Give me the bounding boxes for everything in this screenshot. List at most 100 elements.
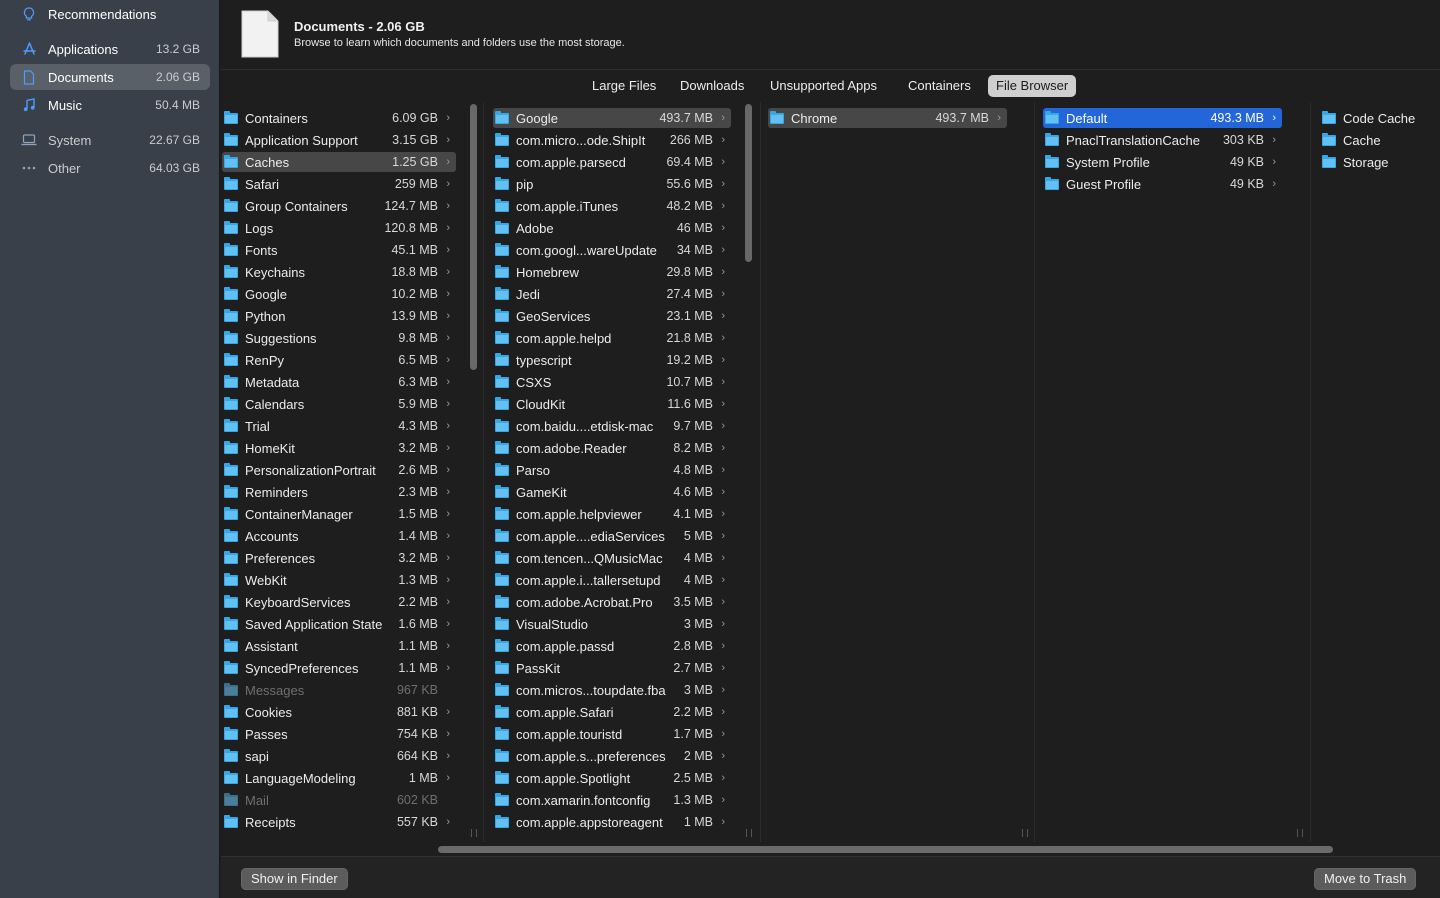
folder-row[interactable]: pip 55.6 MB ›: [493, 174, 731, 194]
tab-unsupported-apps[interactable]: Unsupported Apps: [762, 75, 885, 97]
folder-row[interactable]: Cookies 881 KB ›: [222, 702, 456, 722]
folder-row[interactable]: com.apple.passd 2.8 MB ›: [493, 636, 731, 656]
column-2-scrollbar[interactable]: [745, 104, 752, 262]
folder-row[interactable]: Passes 754 KB ›: [222, 724, 456, 744]
folder-row[interactable]: PnaclTranslationCache 303 KB ›: [1043, 130, 1282, 150]
sidebar-item-applications[interactable]: Applications 13.2 GB: [10, 36, 210, 62]
folder-row[interactable]: Logs 120.8 MB ›: [222, 218, 456, 238]
sidebar-item-other[interactable]: Other 64.03 GB: [10, 155, 210, 181]
folder-row[interactable]: com.apple.Safari 2.2 MB ›: [493, 702, 731, 722]
folder-row[interactable]: Keychains 18.8 MB ›: [222, 262, 456, 282]
folder-row[interactable]: Reminders 2.3 MB ›: [222, 482, 456, 502]
folder-row[interactable]: Group Containers 124.7 MB ›: [222, 196, 456, 216]
folder-row[interactable]: com.apple.appstoreagent 1 MB ›: [493, 812, 731, 832]
tab-downloads[interactable]: Downloads: [672, 75, 752, 97]
folder-row[interactable]: Parso 4.8 MB ›: [493, 460, 731, 480]
folder-row[interactable]: Receipts 557 KB ›: [222, 812, 456, 832]
folder-row[interactable]: Messages 967 KB: [222, 680, 456, 700]
folder-row[interactable]: Mail 602 KB: [222, 790, 456, 810]
folder-row[interactable]: Trial 4.3 MB ›: [222, 416, 456, 436]
folder-row[interactable]: Caches 1.25 GB ›: [222, 152, 456, 172]
column-resize-handle[interactable]: [1022, 829, 1028, 837]
folder-row[interactable]: Safari 259 MB ›: [222, 174, 456, 194]
folder-size: 3.2 MB: [398, 551, 438, 565]
folder-row[interactable]: VisualStudio 3 MB ›: [493, 614, 731, 634]
sidebar-item-system[interactable]: System 22.67 GB: [10, 127, 210, 153]
folder-size: 27.4 MB: [666, 287, 713, 301]
folder-row[interactable]: sapi 664 KB ›: [222, 746, 456, 766]
folder-row[interactable]: RenPy 6.5 MB ›: [222, 350, 456, 370]
folder-row[interactable]: Application Support 3.15 GB ›: [222, 130, 456, 150]
folder-row[interactable]: com.baidu....etdisk-mac 9.7 MB ›: [493, 416, 731, 436]
column-1-scrollbar[interactable]: [470, 104, 477, 370]
horizontal-scrollbar[interactable]: [438, 846, 1333, 853]
folder-name: Safari: [245, 176, 279, 192]
folder-row[interactable]: com.tencen...QMusicMac 4 MB ›: [493, 548, 731, 568]
folder-row[interactable]: com.micro...ode.ShipIt 266 MB ›: [493, 130, 731, 150]
folder-row[interactable]: Guest Profile 49 KB ›: [1043, 174, 1282, 194]
sidebar-item-size: 22.67 GB: [149, 133, 200, 147]
folder-row[interactable]: SyncedPreferences 1.1 MB ›: [222, 658, 456, 678]
column-resize-handle[interactable]: [746, 829, 752, 837]
tab-large-files[interactable]: Large Files: [584, 75, 664, 97]
folder-row[interactable]: Saved Application State 1.6 MB ›: [222, 614, 456, 634]
folder-row[interactable]: com.apple.helpviewer 4.1 MB ›: [493, 504, 731, 524]
folder-row[interactable]: Calendars 5.9 MB ›: [222, 394, 456, 414]
sidebar-item-documents[interactable]: Documents 2.06 GB: [10, 64, 210, 90]
folder-row[interactable]: com.apple.i...tallersetupd 4 MB ›: [493, 570, 731, 590]
folder-row[interactable]: Assistant 1.1 MB ›: [222, 636, 456, 656]
folder-row[interactable]: Suggestions 9.8 MB ›: [222, 328, 456, 348]
folder-row[interactable]: Fonts 45.1 MB ›: [222, 240, 456, 260]
folder-row[interactable]: ContainerManager 1.5 MB ›: [222, 504, 456, 524]
folder-row[interactable]: Storage: [1320, 152, 1440, 172]
folder-row[interactable]: Metadata 6.3 MB ›: [222, 372, 456, 392]
folder-row[interactable]: HomeKit 3.2 MB ›: [222, 438, 456, 458]
folder-row[interactable]: Cache: [1320, 130, 1440, 150]
folder-row[interactable]: PersonalizationPortrait 2.6 MB ›: [222, 460, 456, 480]
folder-row[interactable]: CSXS 10.7 MB ›: [493, 372, 731, 392]
column-resize-handle[interactable]: [471, 829, 477, 837]
folder-row[interactable]: Default 493.3 MB ›: [1043, 108, 1282, 128]
folder-row[interactable]: com.apple.touristd 1.7 MB ›: [493, 724, 731, 744]
folder-row[interactable]: KeyboardServices 2.2 MB ›: [222, 592, 456, 612]
folder-row[interactable]: com.micros...toupdate.fba 3 MB ›: [493, 680, 731, 700]
show-in-finder-button[interactable]: Show in Finder: [241, 868, 348, 890]
chevron-right-icon: ›: [721, 706, 725, 718]
folder-row[interactable]: GeoServices 23.1 MB ›: [493, 306, 731, 326]
tab-containers[interactable]: Containers: [900, 75, 979, 97]
folder-row[interactable]: Google 493.7 MB ›: [493, 108, 731, 128]
folder-row[interactable]: Preferences 3.2 MB ›: [222, 548, 456, 568]
folder-row[interactable]: Jedi 27.4 MB ›: [493, 284, 731, 304]
folder-row[interactable]: com.apple.helpd 21.8 MB ›: [493, 328, 731, 348]
folder-row[interactable]: Homebrew 29.8 MB ›: [493, 262, 731, 282]
folder-row[interactable]: Accounts 1.4 MB ›: [222, 526, 456, 546]
folder-row[interactable]: PassKit 2.7 MB ›: [493, 658, 731, 678]
lightbulb-icon: [21, 6, 37, 22]
folder-row[interactable]: com.apple.s...preferences 2 MB ›: [493, 746, 731, 766]
folder-row[interactable]: com.adobe.Acrobat.Pro 3.5 MB ›: [493, 592, 731, 612]
folder-row[interactable]: System Profile 49 KB ›: [1043, 152, 1282, 172]
folder-row[interactable]: Code Cache: [1320, 108, 1440, 128]
folder-row[interactable]: com.adobe.Reader 8.2 MB ›: [493, 438, 731, 458]
sidebar-item-recommendations[interactable]: Recommendations: [10, 1, 210, 27]
folder-row[interactable]: com.apple....ediaServices 5 MB ›: [493, 526, 731, 546]
folder-row[interactable]: Adobe 46 MB ›: [493, 218, 731, 238]
sidebar-item-music[interactable]: Music 50.4 MB: [10, 92, 210, 118]
folder-row[interactable]: CloudKit 11.6 MB ›: [493, 394, 731, 414]
folder-row[interactable]: com.apple.Spotlight 2.5 MB ›: [493, 768, 731, 788]
folder-row[interactable]: WebKit 1.3 MB ›: [222, 570, 456, 590]
column-resize-handle[interactable]: [1297, 829, 1303, 837]
move-to-trash-button[interactable]: Move to Trash: [1314, 868, 1417, 890]
tab-file-browser[interactable]: File Browser: [988, 75, 1077, 97]
folder-row[interactable]: Containers 6.09 GB ›: [222, 108, 456, 128]
folder-row[interactable]: GameKit 4.6 MB ›: [493, 482, 731, 502]
folder-row[interactable]: LanguageModeling 1 MB ›: [222, 768, 456, 788]
folder-row[interactable]: Google 10.2 MB ›: [222, 284, 456, 304]
folder-row[interactable]: typescript 19.2 MB ›: [493, 350, 731, 370]
folder-row[interactable]: com.xamarin.fontconfig 1.3 MB ›: [493, 790, 731, 810]
folder-row[interactable]: Chrome 493.7 MB ›: [768, 108, 1007, 128]
folder-row[interactable]: com.apple.iTunes 48.2 MB ›: [493, 196, 731, 216]
folder-row[interactable]: Python 13.9 MB ›: [222, 306, 456, 326]
folder-row[interactable]: com.apple.parsecd 69.4 MB ›: [493, 152, 731, 172]
folder-row[interactable]: com.googl...wareUpdate 34 MB ›: [493, 240, 731, 260]
